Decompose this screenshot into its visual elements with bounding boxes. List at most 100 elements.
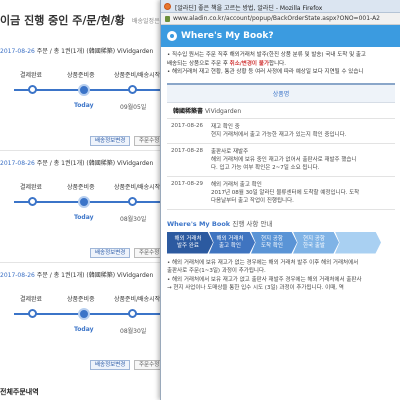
- notice-line: • 직수입 원서는 주문 직후 해외거래처 발주(한진 상품 분류 및 발송) …: [167, 52, 366, 58]
- status-title: 출판사로 재발주: [211, 148, 249, 155]
- progress-flow: 해외 거래처 발주 완료 해외 거래처 출고 확인 현지 공항 도착 확인 현지…: [167, 231, 394, 254]
- timeline-eta: 08월30일: [120, 216, 147, 223]
- status-row: 2017-08-28 출판사로 재발주 해외 거래처에 보유 중인 재고가 없어…: [167, 144, 395, 177]
- firefox-icon: [164, 3, 171, 10]
- order-book[interactable]: ViVidgarden: [117, 160, 153, 167]
- flow-step-label: 현지 공항 도착 확인: [261, 235, 283, 249]
- window-titlebar[interactable]: [알라딘] 좋은 책을 고르는 방법, 알라딘 - Mozilla Firefo…: [161, 0, 400, 13]
- status-date: 2017-08-28: [171, 147, 203, 154]
- order-date[interactable]: 2017-08-26: [0, 160, 35, 167]
- note-line: • 해외 거래처에 보유 재고가 없는 경우에는 해외 거래처 발주 이후 해외…: [167, 259, 359, 266]
- status-detail: 해외 거래처에 보유 중인 재고가 없어서 출판사로 재발주 했습니: [211, 156, 357, 163]
- notice-warning: 취소/변경이 불가: [229, 60, 270, 67]
- status-detail: 2017년 08월 30일 알라딘 물류센터에 도착할 예정입니다. 도착: [211, 189, 360, 196]
- flow-step: 현지 공항 한국 출발: [293, 231, 339, 254]
- timeline-step-label: 상품준비중: [67, 72, 95, 79]
- status-row: 2017-08-29 해외 거래처 출고 확인 2017년 08월 30일 알라…: [167, 177, 395, 210]
- url-bar[interactable]: www.aladin.co.kr/account/popup/BackOrder…: [161, 13, 400, 25]
- flow-step-label: 해외 거래처 출고 확인: [216, 235, 244, 249]
- timeline-dot: [28, 85, 37, 94]
- timeline-track: [14, 201, 170, 203]
- status-detail: 다. 입고 가능 여부 확인은 2~7일 소요 됩니다.: [211, 164, 320, 171]
- order-count: / 총 1권(1개): [49, 272, 85, 279]
- popup-title: Where's My Book?: [181, 31, 274, 41]
- window-title: [알라딘] 좋은 책을 고르는 방법, 알라딘 - Mozilla Firefo…: [175, 5, 323, 12]
- timeline-step-label: 결제완료: [20, 184, 43, 191]
- order-date[interactable]: 2017-08-26: [0, 272, 35, 279]
- timeline-today: Today: [74, 214, 94, 221]
- timeline-dot: [128, 85, 137, 94]
- timeline-dot: [128, 309, 137, 318]
- all-orders-heading: 전체주문내역: [0, 388, 39, 396]
- status-title: 재고 확인 중: [211, 123, 240, 130]
- timeline-eta: 08월30일: [120, 328, 147, 335]
- order-header: 2017-08-26 주문 / 총 1권(1개) (韓國稀築) ViVidgar…: [0, 46, 153, 55]
- order-book[interactable]: ViVidgarden: [117, 48, 153, 55]
- order-date[interactable]: 2017-08-26: [0, 48, 35, 55]
- order-label: 주문: [36, 48, 48, 55]
- timeline-dot: [28, 197, 37, 206]
- notice-line: • 해외거래처 재고 현황, 통관 상황 등 여러 사정에 따라 예상일 보다 …: [167, 69, 364, 75]
- flow-step: 해외 거래처 출고 확인: [209, 231, 255, 254]
- book-logo-icon: [167, 31, 177, 41]
- book-code: 韓國稀築書: [173, 107, 204, 115]
- timeline-step-label: 상품준비/배송시작: [114, 184, 161, 191]
- order-label: 주문: [36, 160, 48, 167]
- status-desc: 출판사로 재발주 해외 거래처에 보유 중인 재고가 없어서 출판사로 재발주 …: [211, 148, 391, 172]
- status-desc: 재고 확인 중 현지 거래처에서 출고 가능한 재고가 있는지 확인 중입니다.: [211, 123, 391, 139]
- note-line: • 해외 거래처에서 보유 재고가 없고 출판사 재발주 경우에는 해외 거래처…: [167, 276, 362, 283]
- notice-tail: 합니다.: [269, 60, 286, 67]
- popup-body: • 직수입 원서는 주문 직후 해외거래처 발주(한진 상품 분류 및 발송) …: [161, 47, 400, 297]
- change-shipping-button[interactable]: 배송정보변경: [90, 248, 131, 258]
- order-shop: (韓國稀築): [86, 48, 116, 55]
- popup-header: Where's My Book?: [161, 25, 400, 47]
- status-title: 해외 거래처 출고 확인: [211, 181, 262, 188]
- timeline-dot-current: [78, 84, 90, 96]
- notice-line: 배송되는 상품으로 주문 후 취소/변경이 불가합니다.: [167, 60, 394, 69]
- timeline-step-label: 결제완료: [20, 72, 43, 79]
- page-title: 이금 진행 중인 주/문/현/황: [0, 14, 125, 27]
- flow-step-label: 해외 거래처 발주 완료: [174, 235, 202, 249]
- divider: [0, 262, 170, 263]
- timeline-step-label: 상품준비/배송시작: [114, 296, 161, 303]
- progress-guide-sub: 진행 사항 안내: [232, 219, 273, 228]
- timeline-step-label: 상품준비/배송시작: [114, 72, 161, 79]
- order-header: 2017-08-26 주문 / 총 1권(1개) (韓國稀築) ViVidgar…: [0, 270, 153, 279]
- divider: [0, 150, 170, 151]
- where-is-my-book-popup: [알라딘] 좋은 책을 고르는 방법, 알라딘 - Mozilla Firefo…: [160, 0, 400, 400]
- order-shop: (韓國稀築): [86, 160, 116, 167]
- timeline-dot: [28, 309, 37, 318]
- timeline-track: [14, 89, 170, 91]
- status-date: 2017-08-29: [171, 180, 203, 187]
- order-book[interactable]: ViVidgarden: [117, 272, 153, 279]
- change-shipping-button[interactable]: 배송정보변경: [90, 360, 131, 370]
- note-line: 출판사로 주문(1~3일) 과정이 추가됩니다.: [167, 268, 266, 274]
- timeline-dot-current: [78, 196, 90, 208]
- url-text[interactable]: www.aladin.co.kr/account/popup/BackOrder…: [173, 15, 380, 22]
- change-shipping-button[interactable]: 배송정보변경: [90, 136, 131, 146]
- status-detail: 다음날부터 출고 작업이 진행됩니다.: [211, 197, 294, 204]
- book-name: ViVidgarden: [204, 107, 242, 115]
- order-count: / 총 1권(1개): [49, 48, 85, 55]
- status-row: 2017-08-26 재고 확인 중 현지 거래처에서 출고 가능한 재고가 있…: [167, 119, 395, 144]
- progress-guide-brand: Where's My Book: [167, 219, 231, 228]
- order-header: 2017-08-26 주문 / 총 1권(1개) (韓國稀築) ViVidgar…: [0, 158, 153, 167]
- order-count: / 총 1권(1개): [49, 160, 85, 167]
- timeline-today: Today: [74, 102, 94, 109]
- timeline-step-label: 상품준비중: [67, 296, 95, 303]
- timeline-dot: [128, 197, 137, 206]
- timeline-step-label: 상품준비중: [67, 184, 95, 191]
- status-date: 2017-08-26: [171, 122, 203, 129]
- notice-text: 배송되는 상품으로 주문 후: [167, 60, 228, 67]
- order-shop: (韓國稀築): [86, 272, 116, 279]
- flow-step: 해외 거래처 발주 완료: [167, 231, 213, 254]
- note-line: → 현지 사업이나 도매상을 통한 입수 시도 (3일) 과정이 추가됩니다. …: [167, 285, 344, 291]
- progress-guide-title: Where's My Book 진행 사항 안내: [167, 218, 394, 228]
- flow-step-label: 현지 공항 한국 출발: [303, 235, 325, 249]
- status-desc: 해외 거래처 출고 확인 2017년 08월 30일 알라딘 물류센터에 도착할…: [211, 181, 391, 205]
- order-label: 주문: [36, 272, 48, 279]
- flow-step: 현지 공항 도착 확인: [251, 231, 297, 254]
- timeline-today: Today: [74, 326, 94, 333]
- status-table-header: 상품명: [167, 84, 395, 103]
- timeline-track: [14, 313, 170, 315]
